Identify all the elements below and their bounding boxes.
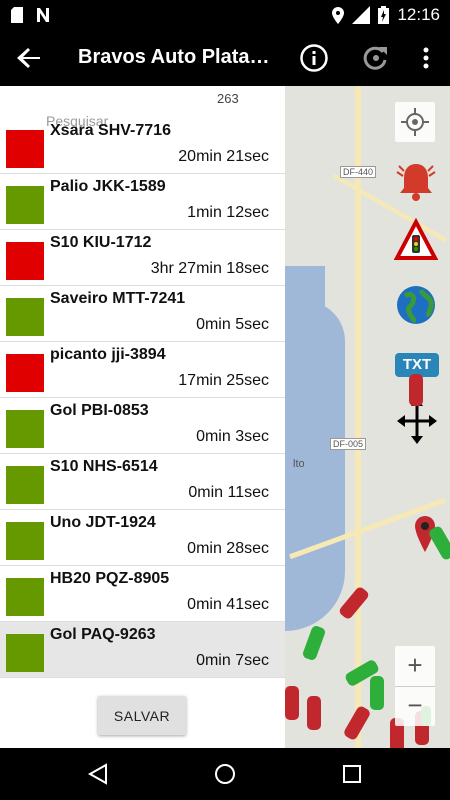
vehicle-count: 263 (217, 91, 239, 106)
status-indicator (6, 242, 44, 280)
vehicle-elapsed-time: 0min 41sec (187, 596, 269, 613)
location-icon (332, 6, 345, 24)
save-button[interactable]: SALVAR (98, 696, 186, 735)
vehicle-elapsed-time: 0min 7sec (196, 652, 269, 669)
vehicle-list-panel: 263 Xsara SHV-7716 20min 21sec Palio JKK-1… (0, 86, 285, 748)
vehicle-elapsed-time: 17min 25sec (178, 372, 269, 389)
car-marker[interactable] (409, 374, 423, 406)
map-place-label: lto (293, 458, 305, 470)
more-vert-icon[interactable] (416, 43, 436, 73)
zoom-controls: + − (395, 646, 435, 726)
status-indicator (6, 410, 44, 448)
vehicle-name: picanto jji-3894 (50, 346, 166, 363)
zoom-out-button[interactable]: − (395, 687, 435, 726)
warning-sign-icon[interactable] (394, 218, 438, 262)
nav-home-icon[interactable] (213, 762, 237, 786)
vehicle-list-item[interactable]: Saveiro MTT-7241 0min 5sec (0, 286, 285, 342)
status-indicator (6, 522, 44, 560)
car-marker[interactable] (370, 676, 384, 710)
status-indicator (6, 466, 44, 504)
vehicle-list-item[interactable]: picanto jji-3894 17min 25sec (0, 342, 285, 398)
status-indicator (6, 354, 44, 392)
car-marker[interactable] (342, 704, 372, 742)
my-location-button[interactable] (395, 102, 435, 142)
vehicle-list-item[interactable]: Palio JKK-1589 1min 12sec (0, 174, 285, 230)
signal-lte-icon (352, 6, 371, 24)
sd-card-icon (11, 7, 23, 23)
status-indicator (6, 634, 44, 672)
info-icon[interactable] (299, 43, 329, 73)
vehicle-elapsed-time: 1min 12sec (187, 204, 269, 221)
status-indicator (6, 298, 44, 336)
vehicle-elapsed-time: 20min 21sec (178, 148, 269, 165)
vehicle-name: Gol PAQ-9263 (50, 626, 156, 643)
car-marker[interactable] (337, 585, 371, 621)
map-water (285, 266, 325, 326)
vehicle-name: S10 KIU-1712 (50, 234, 152, 251)
zoom-in-button[interactable]: + (395, 646, 435, 686)
app-toolbar: Bravos Auto Platafo… (0, 30, 450, 86)
system-nav-bar (0, 748, 450, 800)
vehicle-list-item[interactable]: Xsara SHV-7716 20min 21sec (0, 122, 285, 174)
crosshair-icon (401, 108, 429, 136)
map-view[interactable]: DF-440 DF-005 lto TXT + − (285, 86, 450, 748)
status-indicator (6, 186, 44, 224)
car-marker[interactable] (301, 624, 327, 662)
vehicle-elapsed-time: 0min 3sec (196, 428, 269, 445)
notification-n-icon (37, 8, 49, 22)
vehicle-list-item[interactable]: HB20 PQZ-8905 0min 41sec (0, 566, 285, 622)
vehicle-elapsed-time: 0min 28sec (187, 540, 269, 557)
vehicle-name: Uno JDT-1924 (50, 514, 156, 531)
status-indicator (6, 130, 44, 168)
vehicle-list: Xsara SHV-7716 20min 21sec Palio JKK-1589 1… (0, 122, 285, 678)
alarm-bell-icon[interactable] (393, 158, 439, 204)
vehicle-list-item[interactable]: S10 NHS-6514 0min 11sec (0, 454, 285, 510)
vehicle-elapsed-time: 0min 11sec (188, 484, 269, 501)
status-bar: 12:16 (0, 0, 450, 30)
nav-recents-icon[interactable] (340, 762, 364, 786)
vehicle-elapsed-time: 0min 5sec (196, 316, 269, 333)
refresh-icon[interactable] (361, 43, 391, 73)
status-indicator (6, 578, 44, 616)
vehicle-list-item[interactable]: Gol PAQ-9263 0min 7sec (0, 622, 285, 678)
battery-charging-icon (378, 6, 390, 24)
globe-icon[interactable] (395, 284, 437, 326)
save-bar: SALVAR (0, 686, 285, 748)
status-time: 12:16 (397, 5, 440, 24)
vehicle-name: Gol PBI-0853 (50, 402, 149, 419)
vehicle-name: HB20 PQZ-8905 (50, 570, 170, 587)
vehicle-name: Xsara SHV-7716 (50, 122, 171, 139)
vehicle-list-item[interactable]: Gol PBI-0853 0min 3sec (0, 398, 285, 454)
vehicle-name: Saveiro MTT-7241 (50, 290, 186, 307)
car-marker[interactable] (307, 696, 321, 730)
back-arrow-icon[interactable] (14, 44, 44, 72)
map-road-label: DF-005 (330, 438, 367, 450)
car-marker[interactable] (285, 686, 299, 720)
vehicle-list-item[interactable]: S10 KIU-1712 3hr 27min 18sec (0, 230, 285, 286)
vehicle-name: Palio JKK-1589 (50, 178, 166, 195)
nav-back-icon[interactable] (86, 762, 110, 786)
vehicle-elapsed-time: 3hr 27min 18sec (150, 260, 269, 277)
vehicle-name: S10 NHS-6514 (50, 458, 158, 475)
map-road-label: DF-440 (340, 166, 377, 178)
page-title: Bravos Auto Platafo… (78, 46, 273, 68)
vehicle-list-item[interactable]: Uno JDT-1924 0min 28sec (0, 510, 285, 566)
